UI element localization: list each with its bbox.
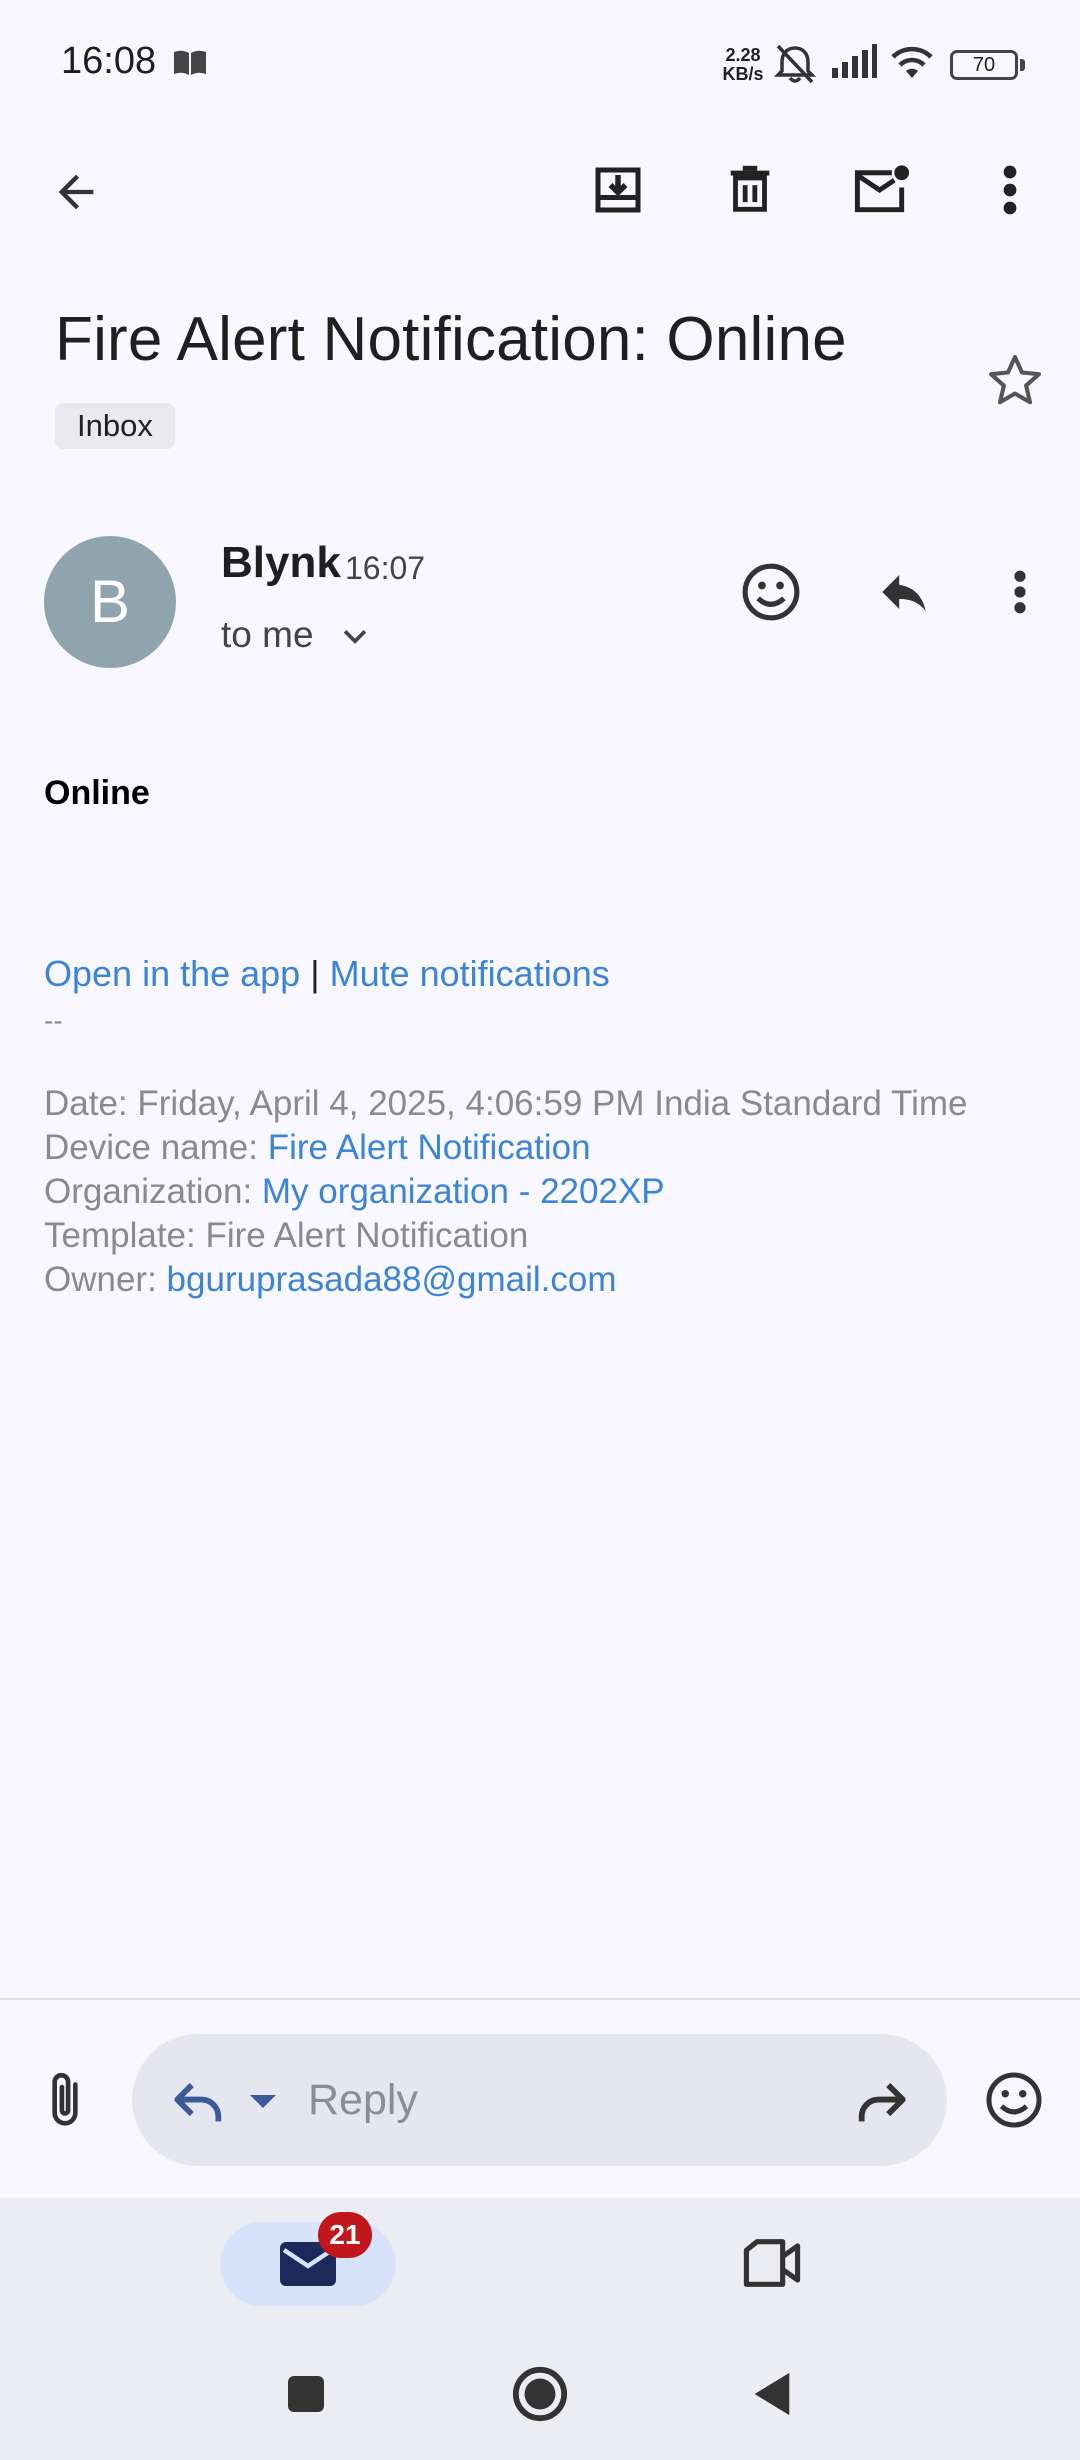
sender-name: Blynk xyxy=(221,538,341,587)
video-camera-icon xyxy=(743,2239,801,2287)
reply-button[interactable] xyxy=(864,552,944,632)
system-back-button[interactable] xyxy=(736,2358,808,2430)
mute-notifications-link[interactable]: Mute notifications xyxy=(330,953,610,994)
network-speed-value: 2.28 xyxy=(725,45,761,65)
attach-button[interactable] xyxy=(30,2060,100,2140)
signal-icon xyxy=(832,44,877,78)
network-speed: 2.28 KB/s xyxy=(718,46,768,84)
open-in-app-link[interactable]: Open in the app xyxy=(44,953,300,994)
delete-icon xyxy=(730,165,770,212)
action-links: Open in the app | Mute notifications xyxy=(44,953,610,995)
triangle-back-icon xyxy=(754,2372,790,2416)
template-line: Template: Fire Alert Notification xyxy=(44,1216,529,1255)
archive-icon xyxy=(595,167,641,213)
organization-link[interactable]: My organization - 2202XP xyxy=(262,1172,665,1211)
more-vert-icon xyxy=(1014,570,1026,614)
reply-emoji-button[interactable] xyxy=(978,2064,1050,2136)
owner-email-link[interactable]: bguruprasada88@gmail.com xyxy=(167,1260,617,1299)
square-icon xyxy=(288,2376,324,2412)
forward-button[interactable] xyxy=(846,2072,916,2132)
unread-count-badge: 21 xyxy=(318,2212,372,2258)
battery-level: 70 xyxy=(972,54,996,76)
star-icon xyxy=(989,354,1041,405)
owner-line: Owner: bguruprasada88@gmail.com xyxy=(44,1258,967,1302)
emoji-icon xyxy=(742,563,800,621)
reply-placeholder[interactable]: Reply xyxy=(308,2076,418,2125)
emoji-icon xyxy=(986,2072,1042,2128)
reply-mode-button[interactable] xyxy=(164,2072,234,2132)
date-line: Date: Friday, April 4, 2025, 4:06:59 PM … xyxy=(44,1084,968,1123)
add-reaction-button[interactable] xyxy=(731,552,811,632)
message-more-button[interactable] xyxy=(1000,552,1040,632)
device-line: Device name: Fire Alert Notification xyxy=(44,1126,967,1170)
email-view-screen: 16:08 2.28 KB/s 70 Fire Alert Notificati… xyxy=(0,0,1080,2460)
battery-icon: 70 xyxy=(950,50,1018,80)
back-arrow-icon xyxy=(58,174,94,210)
chevron-down-icon[interactable] xyxy=(338,624,372,650)
link-separator: | xyxy=(310,953,320,994)
status-time: 16:08 xyxy=(61,40,157,82)
wifi-icon xyxy=(891,46,933,78)
notification-details: Date: Friday, April 4, 2025, 4:06:59 PM … xyxy=(44,1082,967,1302)
recents-button[interactable] xyxy=(270,2358,342,2430)
device-name-link[interactable]: Fire Alert Notification xyxy=(268,1128,591,1167)
email-time: 16:07 xyxy=(345,550,426,586)
home-button[interactable] xyxy=(504,2358,576,2430)
home-circle-icon xyxy=(512,2366,568,2422)
owner-label: Owner: xyxy=(44,1260,167,1299)
nav-meet-tab[interactable] xyxy=(730,2228,814,2298)
forward-icon xyxy=(858,2083,906,2122)
status-bar: 16:08 2.28 KB/s 70 xyxy=(0,0,1080,130)
network-speed-unit: KB/s xyxy=(722,64,764,84)
reply-icon xyxy=(174,2083,222,2122)
attachment-icon xyxy=(52,2072,78,2126)
star-button[interactable] xyxy=(983,348,1047,412)
archive-button[interactable] xyxy=(576,148,660,232)
delete-button[interactable] xyxy=(708,148,792,232)
book-icon xyxy=(174,50,206,75)
caret-down-icon[interactable] xyxy=(248,2092,278,2112)
more-vert-icon xyxy=(1003,165,1017,215)
back-button[interactable] xyxy=(34,150,118,234)
reply-divider xyxy=(0,1998,1080,2000)
organization-line: Organization: My organization - 2202XP xyxy=(44,1170,967,1214)
email-subject: Fire Alert Notification: Online xyxy=(55,305,847,374)
organization-label: Organization: xyxy=(44,1172,262,1211)
muted-bell-icon xyxy=(773,44,817,84)
mark-unread-icon xyxy=(854,165,910,213)
battery-tip xyxy=(1020,59,1025,71)
more-options-button[interactable] xyxy=(968,148,1052,232)
mark-unread-button[interactable] xyxy=(840,148,924,232)
reply-icon xyxy=(882,575,926,612)
sender-avatar[interactable]: B xyxy=(44,536,176,668)
recipient-summary[interactable]: to me xyxy=(221,614,314,656)
signature-separator: -- xyxy=(44,1005,63,1036)
inbox-label-chip[interactable]: Inbox xyxy=(55,403,175,449)
device-label: Device name: xyxy=(44,1128,268,1167)
message-heading: Online xyxy=(44,774,150,812)
